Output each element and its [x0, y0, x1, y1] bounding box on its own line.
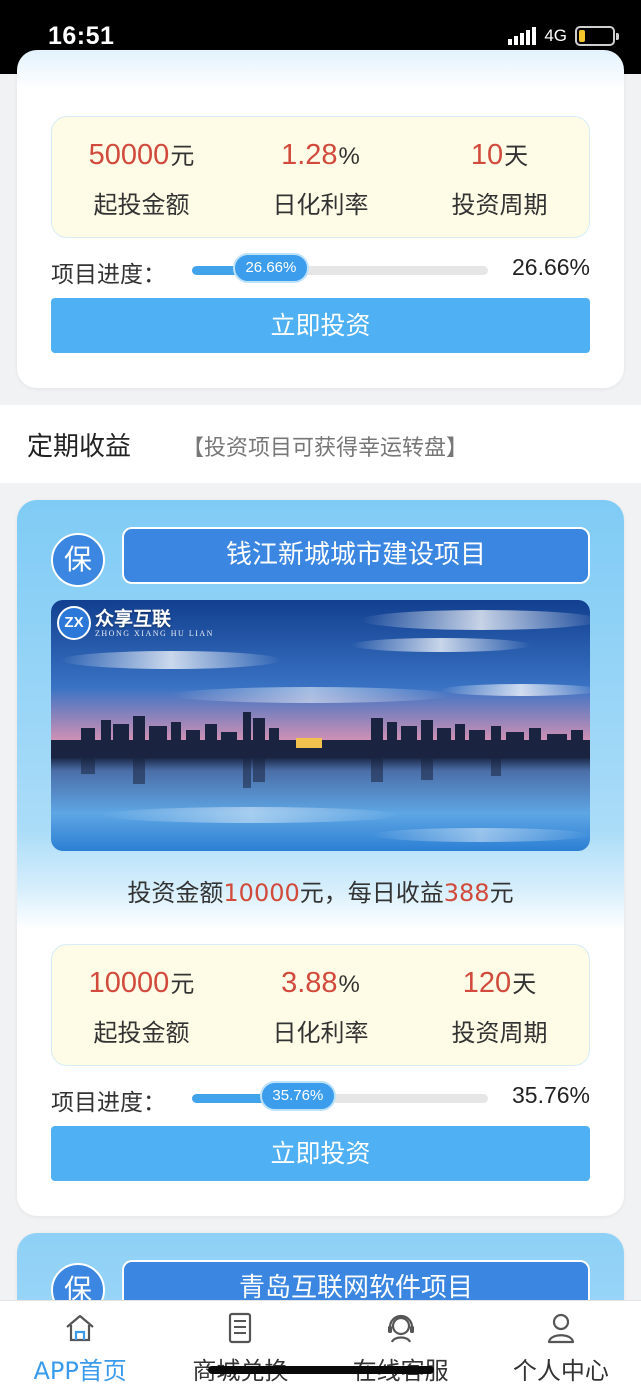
summary-amount: 10000 — [223, 879, 300, 907]
stat-value: 10 — [470, 139, 504, 171]
logo-name: 众享互联 — [95, 607, 172, 630]
stat-label: 投资周期 — [451, 1019, 548, 1047]
banner-image[interactable]: ZX 众享互联 ZHONG XIANG HU LIAN — [51, 600, 590, 851]
nav-item-profile[interactable]: 个人中心 — [481, 1301, 641, 1387]
stat-label: 日化利率 — [272, 1019, 369, 1047]
stats-box: 50000元 起投金额 1.28% 日化利率 10天 投资周期 — [51, 116, 590, 238]
stat-unit: 天 — [504, 143, 529, 170]
stat-unit: % — [338, 143, 360, 170]
stat-min-amount: 50000元 起投金额 — [52, 117, 231, 237]
document-icon — [229, 1312, 252, 1344]
progress-bar: 35.76% — [192, 1081, 488, 1111]
product-card-1: 50000元 起投金额 1.28% 日化利率 10天 投资周期 项目进度： 26… — [17, 50, 624, 388]
battery-icon — [575, 26, 619, 46]
customer-service-icon — [387, 1314, 414, 1343]
nav-item-home[interactable]: APP首页 — [0, 1301, 160, 1387]
stat-unit: 元 — [170, 971, 195, 998]
stat-daily-rate: 3.88% 日化利率 — [231, 945, 410, 1065]
section-title: 定期收益 — [27, 432, 132, 462]
stat-unit: 天 — [512, 971, 537, 998]
stat-period: 120天 投资周期 — [410, 945, 589, 1065]
summary-daily: 388 — [443, 879, 490, 907]
nav-item-mall[interactable]: 商城兑换 — [160, 1301, 320, 1387]
stat-value: 120 — [462, 967, 512, 999]
progress-row: 项目进度： 35.76% 35.76% — [51, 1081, 590, 1116]
progress-label: 项目进度： — [51, 262, 166, 288]
stat-label: 起投金额 — [93, 191, 190, 219]
progress-pill: 35.76% — [259, 1081, 336, 1111]
signal-icon — [508, 27, 537, 45]
logo-pinyin: ZHONG XIANG HU LIAN — [95, 628, 214, 638]
nav-item-support[interactable]: 在线客服 — [321, 1301, 481, 1387]
nav-label: APP首页 — [33, 1357, 127, 1385]
user-icon — [547, 1313, 574, 1344]
progress-bar: 26.66% — [192, 253, 488, 283]
progress-value: 26.66% — [511, 254, 590, 280]
product-title[interactable]: 钱江新城城市建设项目 — [122, 527, 590, 584]
summary-prefix: 投资金额 — [127, 879, 224, 907]
stat-value: 3.88 — [281, 967, 338, 999]
guarantee-badge: 保 — [51, 533, 105, 587]
progress-label: 项目进度： — [51, 1090, 166, 1116]
summary-suffix: 元 — [489, 879, 514, 907]
status-indicators: 4G — [508, 26, 619, 46]
summary-middle: 元，每日收益 — [299, 879, 444, 907]
stats-box: 10000元 起投金额 3.88% 日化利率 120天 投资周期 — [51, 944, 590, 1066]
stat-daily-rate: 1.28% 日化利率 — [231, 117, 410, 237]
home-indicator — [208, 1366, 434, 1374]
stat-label: 投资周期 — [451, 191, 548, 219]
stat-label: 日化利率 — [272, 191, 369, 219]
product-card-2[interactable]: 保 钱江新城城市建设项目 ZX 众享互联 ZHONG XIANG HU LIAN… — [17, 500, 624, 1216]
stat-min-amount: 10000元 起投金额 — [52, 945, 231, 1065]
progress-row: 项目进度： 26.66% 26.66% — [51, 253, 590, 288]
section-subtitle[interactable]: 【投资项目可获得幸运转盘】 — [182, 430, 468, 462]
home-icon — [66, 1314, 94, 1342]
stat-value: 50000 — [88, 139, 170, 171]
stat-unit: % — [338, 971, 360, 998]
brand-logo: ZX 众享互联 ZHONG XIANG HU LIAN — [57, 606, 214, 640]
network-label: 4G — [544, 26, 567, 45]
logo-mark: ZX — [57, 606, 91, 640]
progress-value: 35.76% — [511, 1082, 590, 1108]
stat-label: 起投金额 — [93, 1019, 190, 1047]
stat-value: 10000 — [88, 967, 170, 999]
invest-button[interactable]: 立即投资 — [51, 298, 590, 353]
stat-period: 10天 投资周期 — [410, 117, 589, 237]
status-time: 16:51 — [48, 22, 115, 50]
stat-value: 1.28 — [281, 139, 338, 171]
stat-unit: 元 — [170, 143, 195, 170]
invest-summary: 投资金额10000元，每日收益388元 — [17, 873, 624, 908]
invest-button[interactable]: 立即投资 — [51, 1126, 590, 1181]
section-header: 定期收益 【投资项目可获得幸运转盘】 — [0, 405, 641, 483]
nav-label: 个人中心 — [512, 1357, 609, 1385]
progress-pill: 26.66% — [232, 253, 309, 283]
